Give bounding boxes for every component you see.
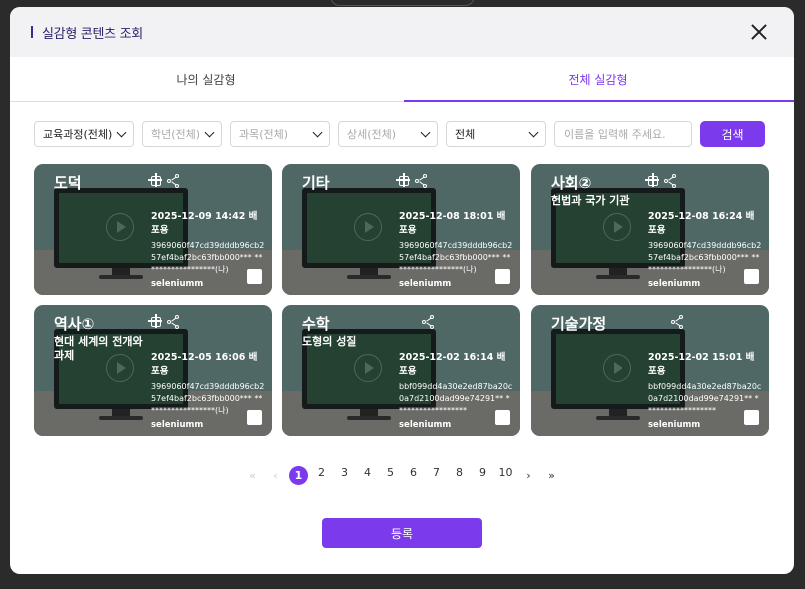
search-input[interactable] bbox=[554, 121, 692, 147]
embed-icon[interactable] bbox=[148, 314, 162, 328]
card-subject: 기타 bbox=[302, 174, 330, 192]
card-subject: 수학 bbox=[302, 315, 330, 333]
page-number[interactable]: 10 bbox=[494, 466, 517, 485]
share-icon[interactable] bbox=[671, 315, 685, 329]
title-accent-bar bbox=[31, 26, 33, 38]
page-number[interactable]: 5 bbox=[379, 466, 402, 485]
card-date: 2025-12-02 16:14 배포용 bbox=[399, 352, 506, 377]
search-button[interactable]: 검색 bbox=[700, 121, 765, 147]
chevron-down-icon bbox=[420, 127, 431, 138]
share-icon[interactable] bbox=[415, 174, 429, 188]
page-number[interactable]: 8 bbox=[448, 466, 471, 485]
content-card[interactable]: 기타 2025-12-08 18:01 배포용 3969060f47cd39dddb… bbox=[282, 164, 520, 295]
scope-select[interactable]: 전체 bbox=[446, 121, 546, 147]
card-checkbox[interactable] bbox=[495, 269, 510, 284]
card-date: 2025-12-08 18:01 배포용 bbox=[399, 211, 506, 236]
pagination: « ‹ 1 2 3 4 5 6 7 8 9 10 › » bbox=[10, 466, 794, 485]
scope-select-value: 전체 bbox=[455, 128, 476, 141]
share-icon[interactable] bbox=[167, 174, 181, 188]
page-number[interactable]: 4 bbox=[356, 466, 379, 485]
play-icon bbox=[603, 354, 631, 382]
play-icon bbox=[354, 213, 382, 241]
grade-select[interactable]: 학년(전체) bbox=[142, 121, 222, 147]
last-page-button[interactable]: » bbox=[540, 469, 563, 482]
page-number[interactable]: 1 bbox=[287, 466, 310, 485]
share-icon[interactable] bbox=[664, 174, 678, 188]
card-topic: 헌법과 국가 기관 bbox=[551, 194, 630, 207]
content-card[interactable]: 사회② 헌법과 국가 기관 2025-12-08 16:24 배포용 3969060f… bbox=[531, 164, 769, 295]
tab-my-content[interactable]: 나의 실감형 bbox=[10, 57, 402, 101]
window-top-handle bbox=[330, 0, 475, 6]
page-numbers: 1 2 3 4 5 6 7 8 9 10 bbox=[287, 466, 517, 485]
subject-select-value: 과목(전체) bbox=[239, 128, 289, 141]
card-author: seleniumm bbox=[648, 420, 701, 430]
card-author: seleniumm bbox=[151, 279, 204, 289]
modal-header: 실감형 콘텐츠 조회 bbox=[10, 7, 794, 57]
card-date: 2025-12-05 16:06 배포용 bbox=[151, 352, 258, 377]
close-icon[interactable] bbox=[750, 23, 768, 41]
content-lookup-modal: 실감형 콘텐츠 조회 나의 실감형 전체 실감형 교육과정(전체) 학년(전체)… bbox=[10, 7, 794, 574]
content-card[interactable]: 역사① 현대 세계의 전개와 과제 2025-12-05 16:06 배포용 3969… bbox=[34, 305, 272, 436]
embed-icon[interactable] bbox=[148, 173, 162, 187]
card-topic: 현대 세계의 전개와 과제 bbox=[54, 335, 143, 362]
subject-select[interactable]: 과목(전체) bbox=[230, 121, 330, 147]
content-card[interactable]: 기술가정 2025-12-02 15:01 배포용 bbf099dd4a30e2ed… bbox=[531, 305, 769, 436]
card-date: 2025-12-09 14:42 배포용 bbox=[151, 211, 258, 236]
detail-select-value: 상세(전체) bbox=[347, 128, 397, 141]
card-subject: 사회② bbox=[551, 174, 592, 192]
curriculum-select[interactable]: 교육과정(전체) bbox=[34, 121, 134, 147]
page-number[interactable]: 3 bbox=[333, 466, 356, 485]
first-page-button[interactable]: « bbox=[241, 469, 264, 482]
page-number[interactable]: 7 bbox=[425, 466, 448, 485]
prev-page-button[interactable]: ‹ bbox=[264, 469, 287, 482]
card-actions bbox=[148, 314, 181, 329]
page-number[interactable]: 9 bbox=[471, 466, 494, 485]
card-author: seleniumm bbox=[648, 279, 701, 289]
card-subject: 도덕 bbox=[54, 174, 82, 192]
card-checkbox[interactable] bbox=[495, 410, 510, 425]
grade-select-value: 학년(전체) bbox=[151, 128, 201, 141]
chevron-down-icon bbox=[528, 127, 539, 138]
card-topic: 도형의 성질 bbox=[302, 335, 357, 348]
content-card[interactable]: 도덕 2025-12-09 14:42 배포용 3969060f47cd39dddb… bbox=[34, 164, 272, 295]
play-icon bbox=[354, 354, 382, 382]
tab-all-content[interactable]: 전체 실감형 bbox=[402, 57, 794, 101]
content-card[interactable]: 수학 도형의 성질 2025-12-02 16:14 배포용 bbf099dd4a30… bbox=[282, 305, 520, 436]
card-date: 2025-12-08 16:24 배포용 bbox=[648, 211, 755, 236]
chevron-down-icon bbox=[312, 127, 323, 138]
chevron-down-icon bbox=[204, 127, 215, 138]
card-checkbox[interactable] bbox=[247, 269, 262, 284]
page-number[interactable]: 2 bbox=[310, 466, 333, 485]
embed-icon[interactable] bbox=[396, 173, 410, 187]
card-checkbox[interactable] bbox=[744, 410, 759, 425]
card-checkbox[interactable] bbox=[247, 410, 262, 425]
card-author: seleniumm bbox=[151, 420, 204, 430]
detail-select[interactable]: 상세(전체) bbox=[338, 121, 438, 147]
modal-title: 실감형 콘텐츠 조회 bbox=[42, 26, 143, 42]
play-icon bbox=[603, 213, 631, 241]
share-icon[interactable] bbox=[167, 315, 181, 329]
card-subject: 역사① bbox=[54, 315, 95, 333]
card-author: seleniumm bbox=[399, 279, 452, 289]
play-icon bbox=[106, 213, 134, 241]
next-page-button[interactable]: › bbox=[517, 469, 540, 482]
curriculum-select-value: 교육과정(전체) bbox=[43, 128, 113, 141]
card-actions bbox=[148, 173, 181, 188]
card-author: seleniumm bbox=[399, 420, 452, 430]
card-actions bbox=[671, 315, 685, 329]
tab-bar: 나의 실감형 전체 실감형 bbox=[10, 57, 794, 102]
card-checkbox[interactable] bbox=[744, 269, 759, 284]
card-actions bbox=[645, 173, 678, 188]
card-subject: 기술가정 bbox=[551, 315, 607, 333]
card-actions bbox=[396, 173, 429, 188]
card-actions bbox=[422, 315, 436, 329]
card-date: 2025-12-02 15:01 배포용 bbox=[648, 352, 755, 377]
share-icon[interactable] bbox=[422, 315, 436, 329]
embed-icon[interactable] bbox=[645, 173, 659, 187]
register-button[interactable]: 등록 bbox=[322, 518, 482, 548]
chevron-down-icon bbox=[116, 127, 127, 138]
page-number[interactable]: 6 bbox=[402, 466, 425, 485]
